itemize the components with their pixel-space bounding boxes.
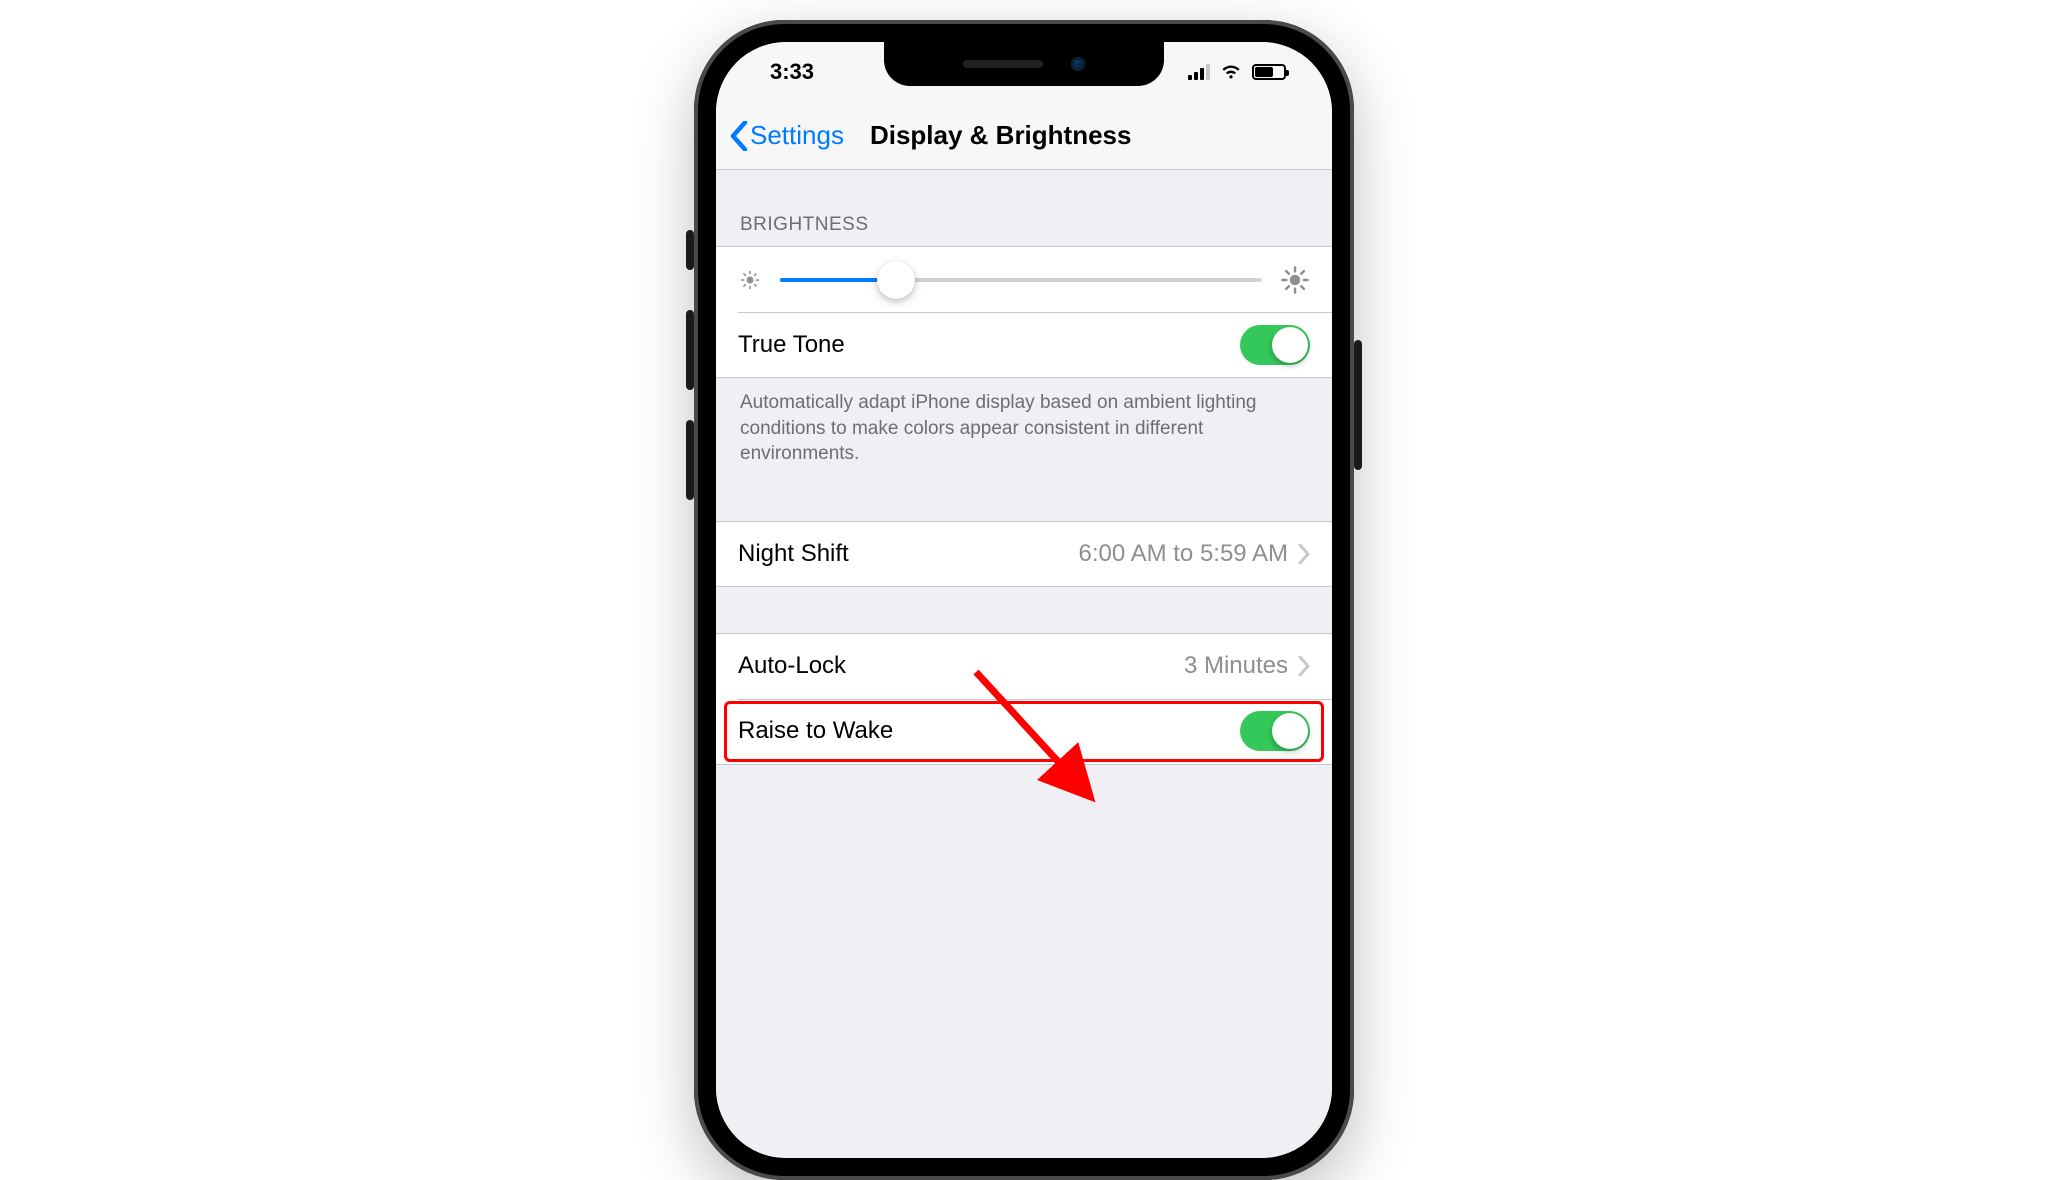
- front-camera: [1071, 57, 1085, 71]
- true-tone-label: True Tone: [738, 331, 1240, 359]
- back-label: Settings: [750, 120, 844, 151]
- screen: 3:33 Settings: [716, 42, 1332, 1158]
- raise-to-wake-row: Raise to Wake: [716, 699, 1332, 765]
- nav-bar: Settings Display & Brightness: [716, 102, 1332, 170]
- brightness-slider-row: [716, 246, 1332, 312]
- night-shift-label: Night Shift: [738, 540, 1079, 568]
- volume-up-button[interactable]: [686, 310, 694, 390]
- cellular-icon: [1188, 64, 1210, 80]
- notch: [884, 42, 1164, 86]
- night-shift-row[interactable]: Night Shift 6:00 AM to 5:59 AM: [716, 521, 1332, 587]
- raise-to-wake-toggle[interactable]: [1240, 711, 1310, 751]
- battery-icon: [1252, 64, 1286, 80]
- chevron-right-icon: [1298, 544, 1310, 564]
- night-shift-value: 6:00 AM to 5:59 AM: [1079, 540, 1288, 568]
- back-button[interactable]: Settings: [730, 120, 844, 151]
- chevron-left-icon: [730, 121, 748, 151]
- auto-lock-label: Auto-Lock: [738, 652, 1184, 680]
- phone-frame: 3:33 Settings: [694, 20, 1354, 1180]
- sun-min-icon: [738, 268, 762, 292]
- true-tone-row: True Tone: [716, 312, 1332, 378]
- brightness-section-header: BRIGHTNESS: [716, 170, 1332, 246]
- status-time: 3:33: [752, 59, 814, 85]
- auto-lock-value: 3 Minutes: [1184, 652, 1288, 680]
- brightness-slider[interactable]: [780, 278, 1262, 282]
- earpiece-speaker: [963, 60, 1043, 68]
- auto-lock-row[interactable]: Auto-Lock 3 Minutes: [716, 633, 1332, 699]
- sun-max-icon: [1280, 265, 1310, 295]
- true-tone-toggle[interactable]: [1240, 325, 1310, 365]
- brightness-slider-thumb[interactable]: [877, 261, 915, 299]
- volume-down-button[interactable]: [686, 420, 694, 500]
- content-scroll[interactable]: BRIGHTNESS: [716, 170, 1332, 1158]
- raise-to-wake-label: Raise to Wake: [738, 717, 1240, 745]
- mute-switch[interactable]: [686, 230, 694, 270]
- true-tone-footer: Automatically adapt iPhone display based…: [716, 378, 1332, 475]
- chevron-right-icon: [1298, 656, 1310, 676]
- side-button[interactable]: [1354, 340, 1362, 470]
- page-title: Display & Brightness: [870, 120, 1132, 151]
- wifi-icon: [1220, 64, 1242, 80]
